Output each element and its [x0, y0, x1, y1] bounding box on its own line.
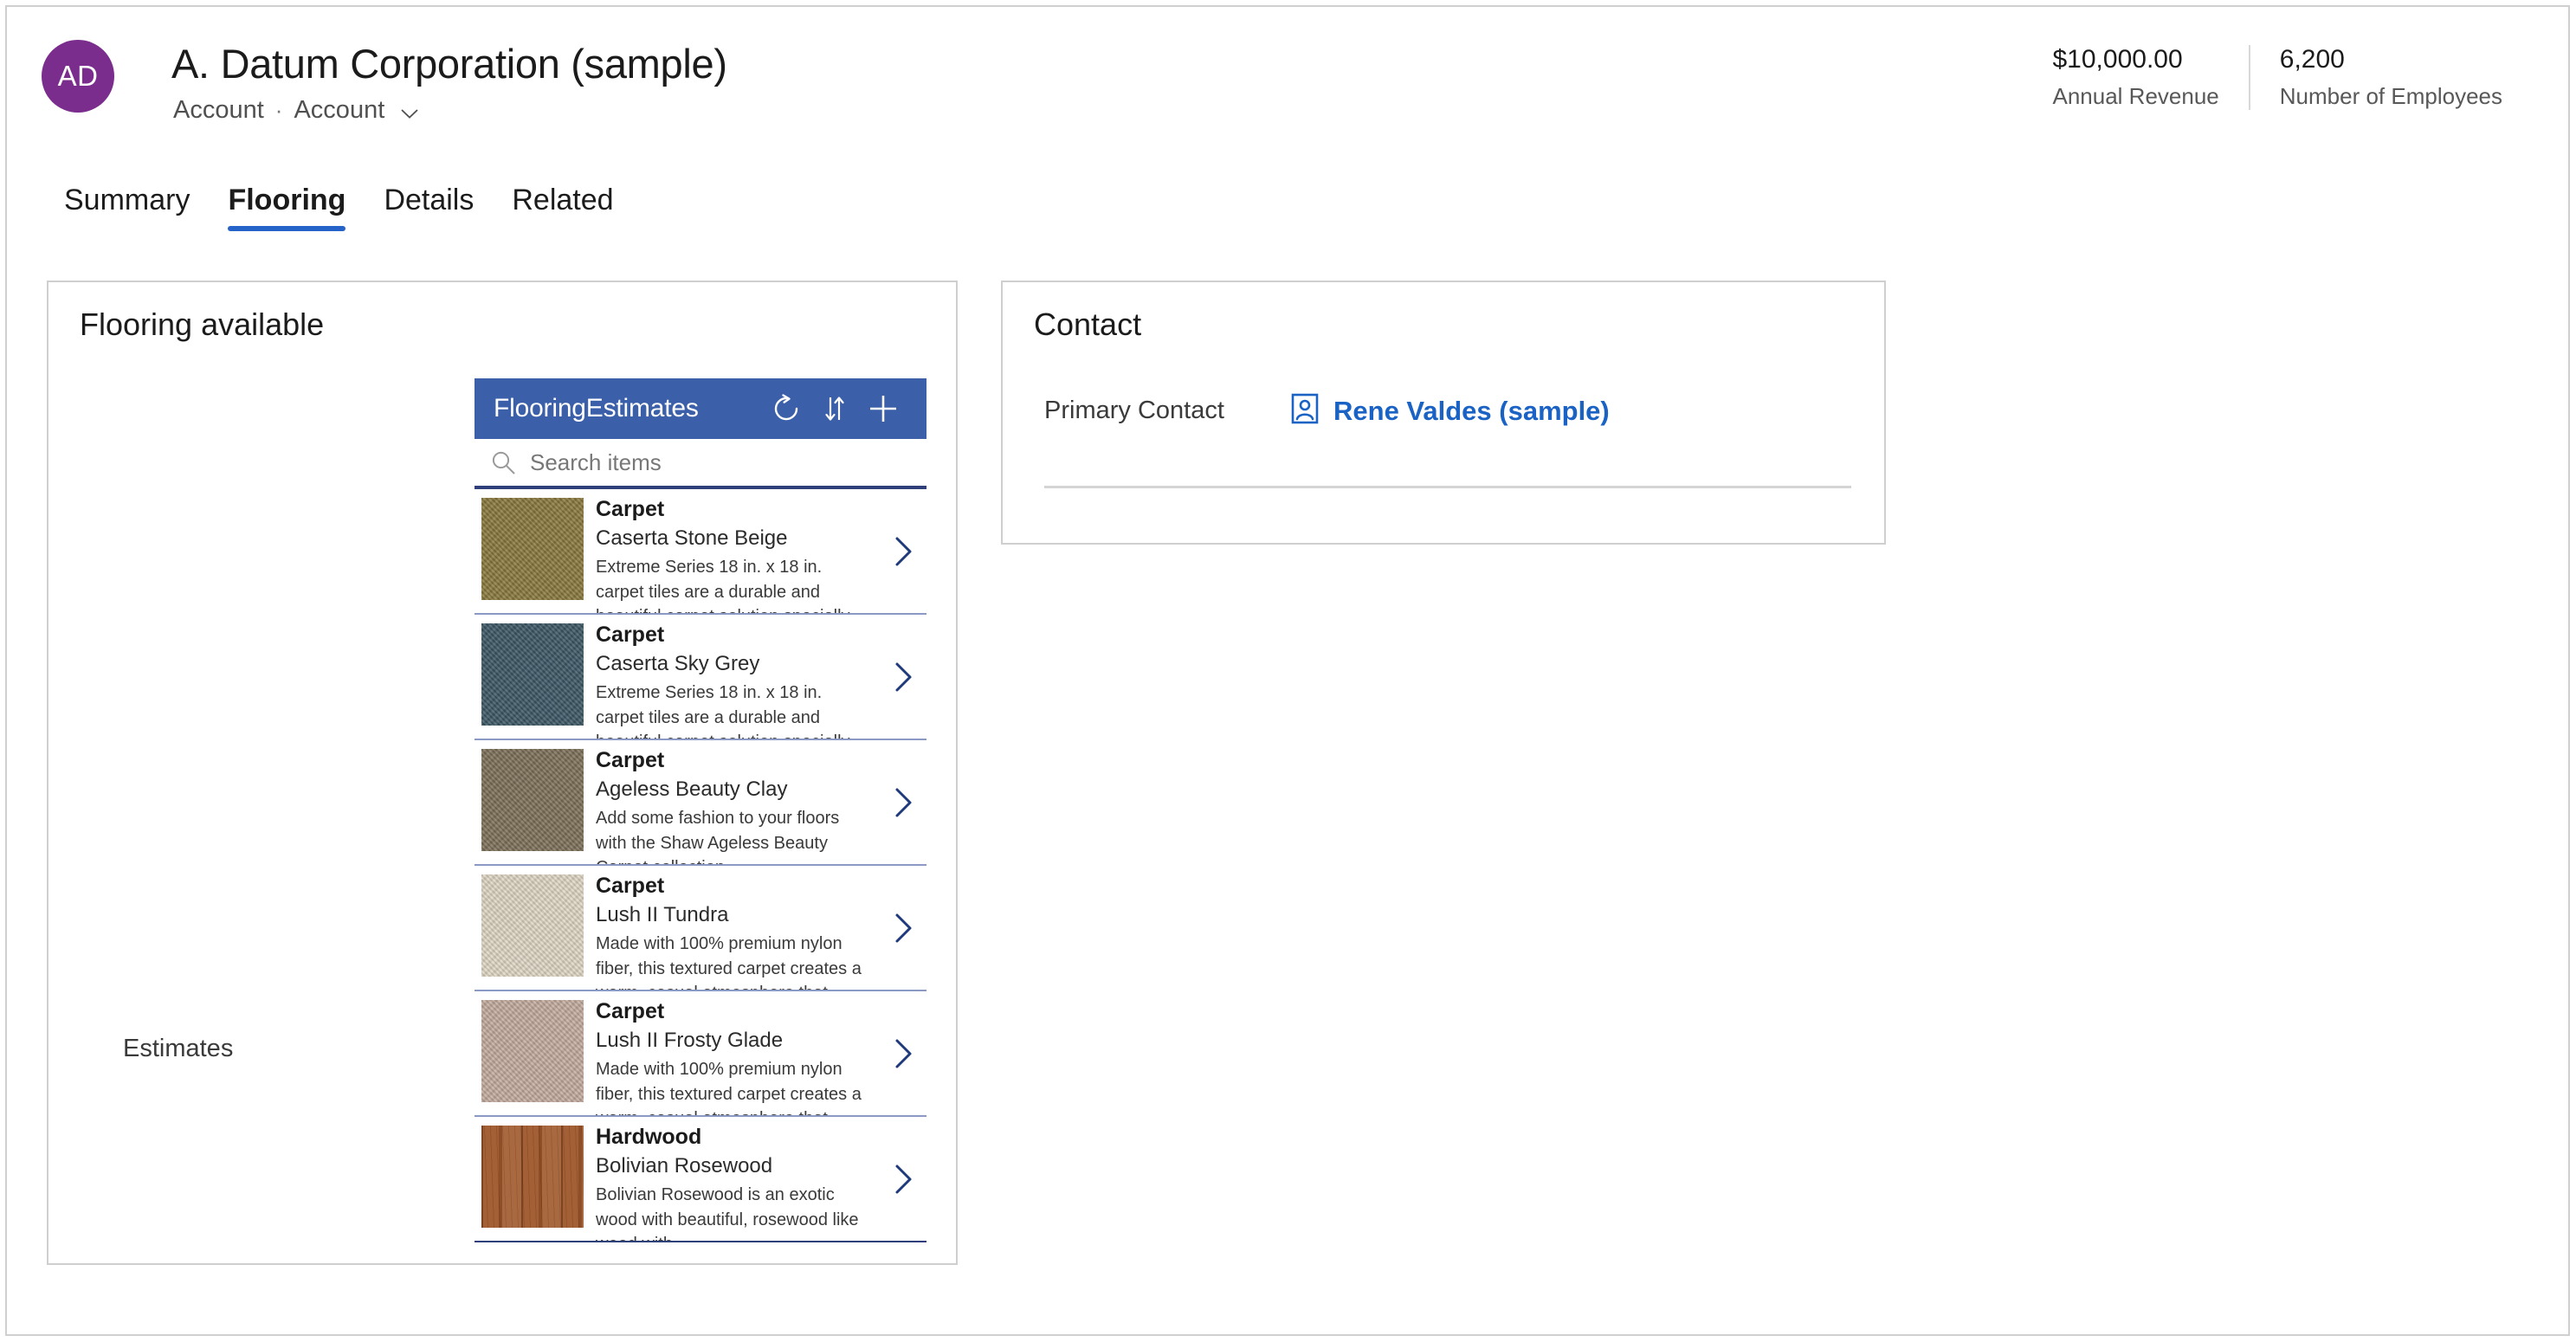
list-item-category: Hardwood [596, 1125, 702, 1149]
record-header: AD A. Datum Corporation (sample) Account… [7, 7, 2568, 171]
list-item-category: Carpet [596, 999, 665, 1023]
breadcrumb-separator: · [274, 97, 283, 123]
section-title: Contact [1034, 306, 1142, 342]
list-item[interactable]: Hardwood Bolivian Rosewood Bolivian Rose… [475, 1117, 926, 1242]
tab-details[interactable]: Details [365, 177, 493, 235]
refresh-icon[interactable] [762, 384, 810, 433]
list-item-description: Made with 100% premium nylon fiber, this… [596, 934, 862, 990]
primary-contact-value: Rene Valdes (sample) [1333, 395, 1610, 426]
search-placeholder: Search items [530, 448, 662, 475]
search-input[interactable]: Search items [475, 439, 926, 489]
primary-contact-row: Primary Contact Rene Valdes (sample) [1044, 393, 1848, 429]
chevron-right-icon[interactable] [880, 658, 926, 696]
list-item-text: Carpet Caserta Stone Beige Extreme Serie… [596, 489, 880, 613]
stat-number-of-employees: 6,200 Number of Employees [2250, 45, 2532, 110]
list-item[interactable]: Carpet Ageless Beauty Clay Add some fash… [475, 740, 926, 866]
list-item-description: Extreme Series 18 in. x 18 in. carpet ti… [596, 683, 850, 739]
tab-related[interactable]: Related [493, 177, 632, 235]
list-item-description: Add some fashion to your floors with the… [596, 809, 840, 864]
form-tab-bar: Summary Flooring Details Related [7, 177, 2568, 256]
flooring-swatch-thumbnail [481, 498, 584, 600]
list-item-name: Lush II Frosty Glade [596, 1029, 784, 1053]
sort-icon[interactable] [810, 384, 859, 433]
list-item-name: Lush II Tundra [596, 903, 729, 927]
primary-contact-link[interactable]: Rene Valdes (sample) [1290, 393, 1610, 429]
list-item-category: Carpet [596, 748, 665, 772]
estimates-list: Carpet Caserta Stone Beige Extreme Serie… [475, 489, 926, 1242]
list-item-text: Carpet Lush II Tundra Made with 100% pre… [596, 866, 880, 990]
list-item[interactable]: Carpet Caserta Stone Beige Extreme Serie… [475, 489, 926, 615]
list-item-description: Made with 100% premium nylon fiber, this… [596, 1060, 862, 1115]
list-item-description: Extreme Series 18 in. x 18 in. carpet ti… [596, 558, 850, 613]
search-icon [488, 448, 518, 477]
app-window: AD A. Datum Corporation (sample) Account… [5, 5, 2570, 1336]
list-item-name: Ageless Beauty Clay [596, 777, 788, 802]
page-title: A. Datum Corporation (sample) [171, 41, 727, 87]
estimates-field-label: Estimates [123, 1035, 234, 1062]
list-item-text: Carpet Ageless Beauty Clay Add some fash… [596, 740, 880, 864]
flooring-swatch-thumbnail [481, 1126, 584, 1228]
field-divider [1044, 486, 1851, 488]
list-item-name: Caserta Stone Beige [596, 526, 788, 551]
widget-title: FlooringEstimates [494, 394, 699, 423]
list-item-text: Carpet Lush II Frosty Glade Made with 10… [596, 991, 880, 1115]
plus-icon[interactable] [859, 384, 907, 433]
chevron-down-icon[interactable] [401, 96, 418, 125]
avatar: AD [42, 40, 114, 113]
primary-contact-label: Primary Contact [1044, 397, 1224, 424]
section-title: Flooring available [80, 306, 325, 342]
tab-summary[interactable]: Summary [45, 177, 209, 235]
chevron-right-icon[interactable] [880, 532, 926, 571]
stat-value: 6,200 [2279, 45, 2345, 74]
flooring-swatch-thumbnail [481, 1000, 584, 1102]
chevron-right-icon[interactable] [880, 1160, 926, 1198]
tab-flooring[interactable]: Flooring [209, 177, 365, 235]
list-item-description: Bolivian Rosewood is an exotic wood with… [596, 1185, 859, 1241]
flooring-swatch-thumbnail [481, 874, 584, 977]
flooring-available-section: Flooring available Estimates FlooringEst… [47, 281, 958, 1265]
chevron-right-icon[interactable] [880, 1035, 926, 1073]
contact-section: Contact Primary Contact Rene Valdes (sam… [1001, 281, 1886, 545]
chevron-right-icon[interactable] [880, 909, 926, 947]
list-item-category: Carpet [596, 497, 665, 521]
list-item-text: Carpet Caserta Sky Grey Extreme Series 1… [596, 615, 880, 739]
list-item-category: Carpet [596, 874, 665, 898]
flooring-swatch-thumbnail [481, 623, 584, 726]
contact-card-icon [1290, 393, 1320, 429]
breadcrumb-entity: Account [173, 96, 264, 124]
chevron-right-icon[interactable] [880, 784, 926, 822]
breadcrumb-form-name: Account [294, 96, 385, 124]
list-item[interactable]: Carpet Caserta Sky Grey Extreme Series 1… [475, 615, 926, 740]
list-item-text: Hardwood Bolivian Rosewood Bolivian Rose… [596, 1117, 880, 1241]
widget-header: FlooringEstimates [475, 378, 926, 439]
flooring-swatch-thumbnail [481, 749, 584, 851]
list-item[interactable]: Carpet Lush II Frosty Glade Made with 10… [475, 991, 926, 1117]
flooring-estimates-widget: FlooringEstimates Search items Carpet Ca… [475, 378, 926, 1242]
list-item-category: Carpet [596, 623, 665, 647]
stat-label: Number of Employees [2279, 83, 2502, 109]
header-stats: $10,000.00 Annual Revenue 6,200 Number o… [2024, 45, 2533, 110]
stat-annual-revenue: $10,000.00 Annual Revenue [2024, 45, 2250, 110]
list-item-name: Caserta Sky Grey [596, 652, 760, 676]
list-item[interactable]: Carpet Lush II Tundra Made with 100% pre… [475, 866, 926, 991]
breadcrumb: Account · Account [173, 96, 418, 125]
list-item-name: Bolivian Rosewood [596, 1154, 773, 1178]
stat-value: $10,000.00 [2052, 45, 2183, 74]
stat-label: Annual Revenue [2052, 83, 2219, 109]
